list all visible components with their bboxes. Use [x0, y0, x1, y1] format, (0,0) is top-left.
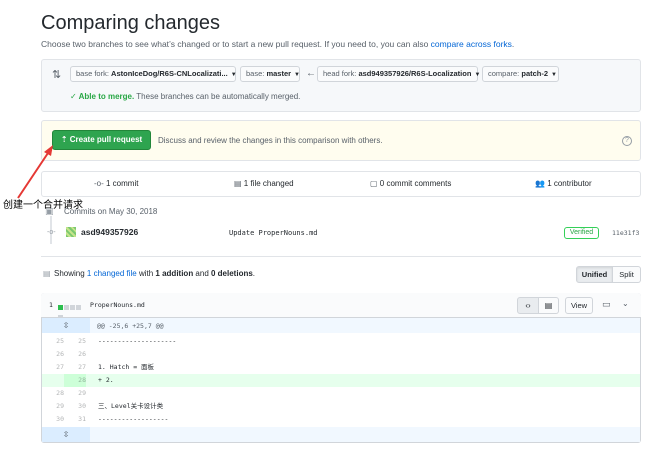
hunk-header-text: @@ -25,6 +25,7 @@: [97, 322, 164, 330]
page-title: Comparing changes: [41, 12, 220, 34]
desktop-icon[interactable]: ▭: [602, 299, 611, 310]
avatar[interactable]: [66, 227, 76, 237]
pull-request-icon: ⇡: [60, 135, 70, 144]
comment-icon: ▢: [370, 179, 380, 188]
code-view-icon[interactable]: ‹›: [517, 297, 539, 314]
page-subtitle: Choose two branches to see what’s change…: [41, 39, 515, 49]
base-branch-select[interactable]: base: master ▼: [240, 66, 300, 82]
create-pull-request-button[interactable]: ⇡ Create pull request: [52, 130, 151, 150]
head-fork-select[interactable]: head fork: asd949357926/R6S-Localization…: [317, 66, 481, 82]
diffstat-bar: [58, 302, 86, 320]
diff-line: 29 30 三、Level关卡设计类: [56, 402, 164, 410]
caret-down-icon: ▼: [230, 72, 237, 78]
help-icon[interactable]: ?: [622, 136, 632, 146]
diff-line: 25 25 --------------------: [56, 337, 177, 345]
commit-author[interactable]: asd949357926: [81, 227, 138, 237]
unified-view-button[interactable]: Unified: [576, 266, 613, 283]
file-diff-icon: ▤: [234, 179, 244, 188]
commits-count-tab[interactable]: -o- 1 commit: [94, 179, 138, 188]
split-view-button[interactable]: Split: [613, 266, 641, 283]
expand-down-icon[interactable]: ⇳: [42, 427, 90, 442]
merge-status: ✓ Able to merge. These branches can be a…: [70, 92, 301, 101]
people-icon: 👥: [535, 179, 548, 188]
contributors-tab[interactable]: 👥 1 contributor: [535, 179, 592, 188]
diff-line: 27 27 1. Hatch = 面板: [56, 363, 155, 371]
files-changed-tab[interactable]: ▤ 1 file changed: [234, 179, 294, 188]
diff-line: 28 29: [56, 389, 86, 397]
diff-line-addition: 28 + 2.: [42, 374, 640, 387]
diff-line: 30 31 ------------------: [56, 415, 169, 423]
commit-comments-tab[interactable]: ▢ 0 commit comments: [370, 179, 451, 188]
diff-summary: Showing 1 changed file with 1 addition a…: [54, 269, 256, 278]
file-change-count: 1: [49, 301, 53, 309]
commits-date-header: Commits on May 30, 2018: [64, 207, 158, 216]
divider: [41, 256, 641, 257]
caret-down-icon: ▼: [551, 72, 557, 78]
commit-dot-icon: -o-: [47, 229, 56, 236]
create-pr-description: Discuss and review the changes in this c…: [158, 136, 383, 145]
view-file-button[interactable]: View: [565, 297, 593, 314]
commit-icon: -o-: [94, 179, 106, 188]
commit-message[interactable]: Update ProperNouns.md: [229, 229, 318, 237]
caret-down-icon: ▼: [294, 72, 300, 78]
base-fork-select[interactable]: base fork: AstonIceDog/R6S-CNLocalizati.…: [70, 66, 237, 82]
compare-branch-select[interactable]: compare: patch-2 ▼: [482, 66, 559, 82]
changed-files-link[interactable]: 1 changed file: [87, 269, 137, 278]
verified-badge[interactable]: Verified: [564, 227, 599, 239]
hunk-footer: [42, 427, 640, 442]
caret-down-icon: ▼: [474, 72, 481, 78]
chevron-down-icon[interactable]: ⌄: [622, 299, 629, 308]
git-compare-icon: ⇅: [52, 69, 62, 81]
check-icon: ✓: [70, 92, 79, 101]
compare-across-forks-link[interactable]: compare across forks: [431, 39, 512, 49]
rich-diff-icon[interactable]: ▤: [539, 297, 559, 314]
expand-up-icon[interactable]: ⇳: [42, 318, 90, 333]
file-name-link[interactable]: ProperNouns.md: [90, 301, 145, 309]
commit-sha[interactable]: 11e31f3: [612, 229, 639, 237]
diff-line: 26 26: [56, 350, 86, 358]
arrow-left-icon: ←: [306, 68, 316, 79]
file-diff-icon: ▤: [43, 269, 51, 278]
